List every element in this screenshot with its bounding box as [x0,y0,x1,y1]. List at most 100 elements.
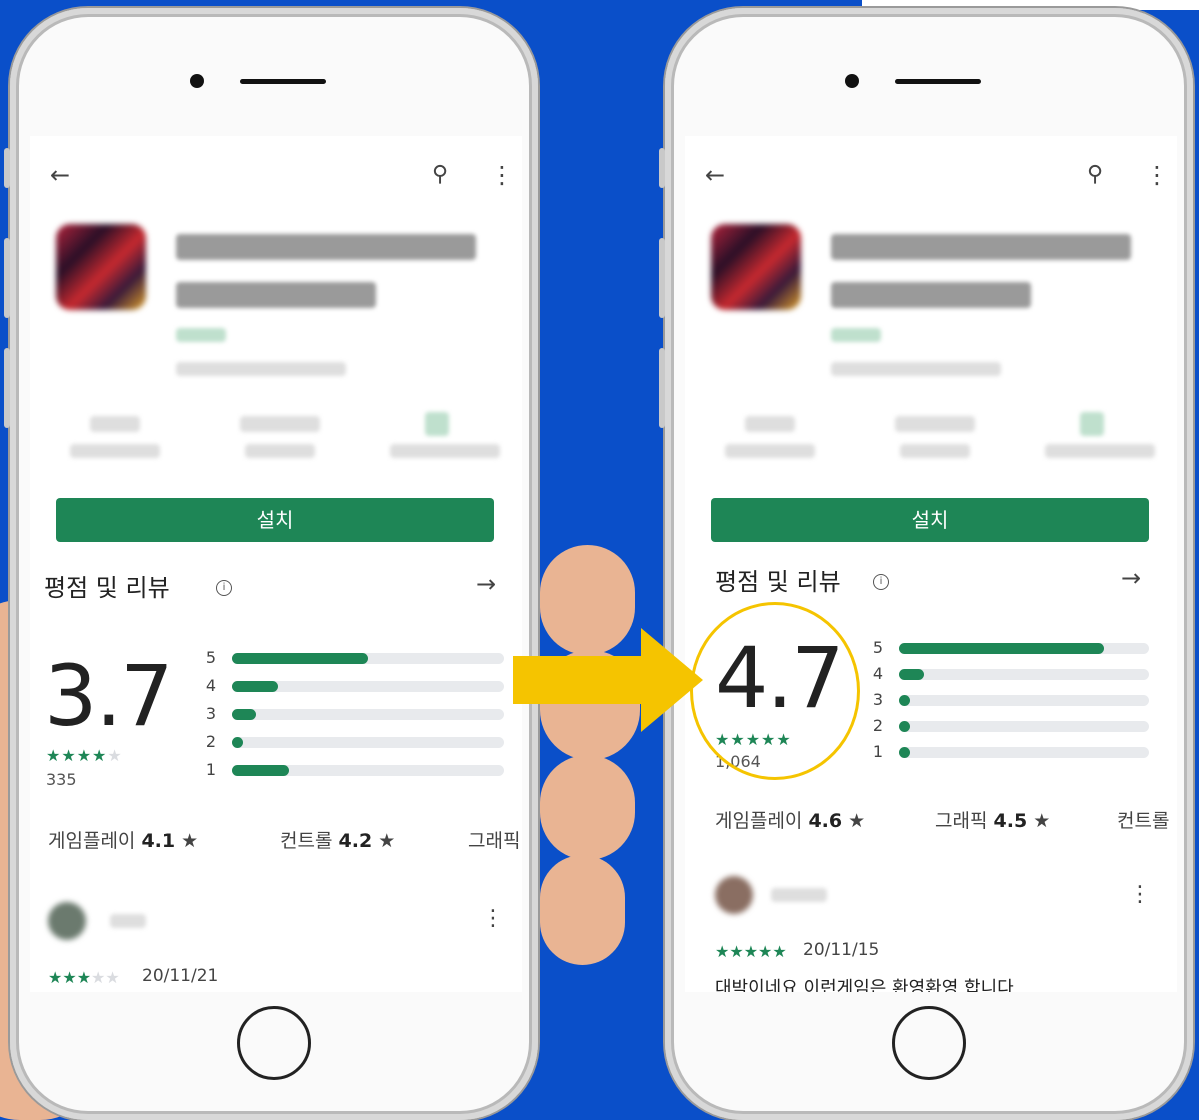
bar-label: 3 [872,690,884,709]
app-title-blurred [831,234,1131,260]
bar-track [899,643,1149,654]
review-text: 대박이네요 이런게임은 환영환영 합니다 [715,978,1014,992]
phone-right: ← ⚲ ⋮ 설치 평점 및 리뷰 i → 4.7 ★★★★★ 1,064 543… [659,8,1193,1120]
stat-blurred [245,444,315,458]
hand-finger [540,755,635,860]
review-stars: ★★★★★ [48,968,120,987]
more-vertical-icon[interactable]: ⋮ [1145,160,1169,190]
top-bar: ← ⚲ ⋮ [30,160,522,190]
stat-blurred [1045,444,1155,458]
side-button [659,348,665,428]
arrow-right-icon[interactable]: → [476,570,496,598]
side-button [4,148,10,188]
bar-label: 1 [872,742,884,761]
bar-fill [232,709,257,720]
search-icon[interactable]: ⚲ [432,160,448,190]
app-icon [56,224,146,310]
category-score: 4.1 [141,830,176,852]
stat-blurred [390,444,500,458]
star-icon: ★ [372,830,396,852]
bar-label: 4 [205,676,217,695]
review-date: 20/11/15 [803,940,880,960]
bar-fill [232,681,279,692]
category-rating: 컨트롤 [1117,806,1169,833]
bar-fill [899,747,910,758]
category-score: 4.2 [338,830,373,852]
bar-fill [232,765,290,776]
empty-star: ★★ [91,968,120,987]
review-count: 335 [46,770,77,789]
app-meta-blurred [831,362,1001,376]
arrow-right-icon[interactable]: → [1121,564,1141,592]
bar-label: 3 [205,704,217,723]
arrow-left-icon[interactable]: ← [705,160,725,190]
stat-blurred [70,444,160,458]
bar-track [232,737,504,748]
yellow-arrow-icon [513,628,703,732]
bar-fill [232,653,368,664]
category-score: 4.6 [808,810,843,832]
install-button[interactable]: 설치 [711,498,1149,542]
side-button [4,238,10,318]
average-rating: 3.7 [44,647,174,745]
side-button [659,148,665,188]
screen-right: ← ⚲ ⋮ 설치 평점 및 리뷰 i → 4.7 ★★★★★ 1,064 543… [685,136,1177,992]
app-title-blurred [176,282,376,308]
bar-track [232,681,504,692]
install-button[interactable]: 설치 [56,498,494,542]
star-icon: ★ [842,810,866,832]
top-bar: ← ⚲ ⋮ [685,160,1177,190]
search-icon[interactable]: ⚲ [1087,160,1103,190]
bar-fill [899,695,910,706]
bar-label: 5 [872,638,884,657]
section-title: 평점 및 리뷰 [44,574,170,602]
developer-blurred [831,328,881,342]
app-title-blurred [176,234,476,260]
filled-stars: ★★★ [46,746,93,765]
stat-blurred [900,444,970,458]
more-vertical-icon[interactable]: ⋮ [1129,882,1151,907]
bar-track [899,747,1149,758]
category-name: 게임플레이 [715,810,803,832]
bar-track [899,721,1149,732]
category-name: 컨트롤 [280,830,333,852]
app-title-blurred [831,282,1031,308]
arrow-shape [513,628,703,732]
category-name: 그래픽 [468,830,521,852]
phone-left: ← ⚲ ⋮ 설치 평점 및 리뷰 i → 3.7 ★★★★★ 335 54321… [4,8,538,1120]
more-vertical-icon[interactable]: ⋮ [482,906,504,931]
category-rating: 그래픽 [468,826,520,853]
arrow-left-icon[interactable]: ← [50,160,70,190]
bar-label: 1 [205,760,217,779]
stat-blurred [895,416,975,432]
bar-fill [899,669,924,680]
rating-stars: ★★★★★ [46,746,123,765]
bar-label: 5 [205,648,217,667]
category-name: 컨트롤 [1117,810,1170,832]
stat-blurred [425,412,449,436]
hand-finger [540,855,625,965]
more-vertical-icon[interactable]: ⋮ [490,160,514,190]
info-icon[interactable]: i [873,574,889,590]
stat-blurred [90,416,140,432]
review-stars: ★★★★★ [715,942,787,961]
bar-track [899,695,1149,706]
reviewer-name-blurred [771,888,827,902]
bar-fill [899,721,910,732]
front-camera [190,74,204,88]
highlight-circle [690,602,860,780]
developer-blurred [176,328,226,342]
bar-label: 4 [872,664,884,683]
category-rating: 게임플레이 4.6 ★ [715,806,865,833]
info-icon[interactable]: i [216,580,232,596]
empty-star: ★ [107,746,123,765]
stat-blurred [745,416,795,432]
home-button[interactable] [892,1006,966,1080]
category-score: 4.5 [993,810,1028,832]
bar-track [899,669,1149,680]
category-rating: 그래픽 4.5 ★ [935,806,1050,833]
bar-track [232,709,504,720]
app-meta-blurred [176,362,346,376]
reviewer-name-blurred [110,914,146,928]
home-button[interactable] [237,1006,311,1080]
